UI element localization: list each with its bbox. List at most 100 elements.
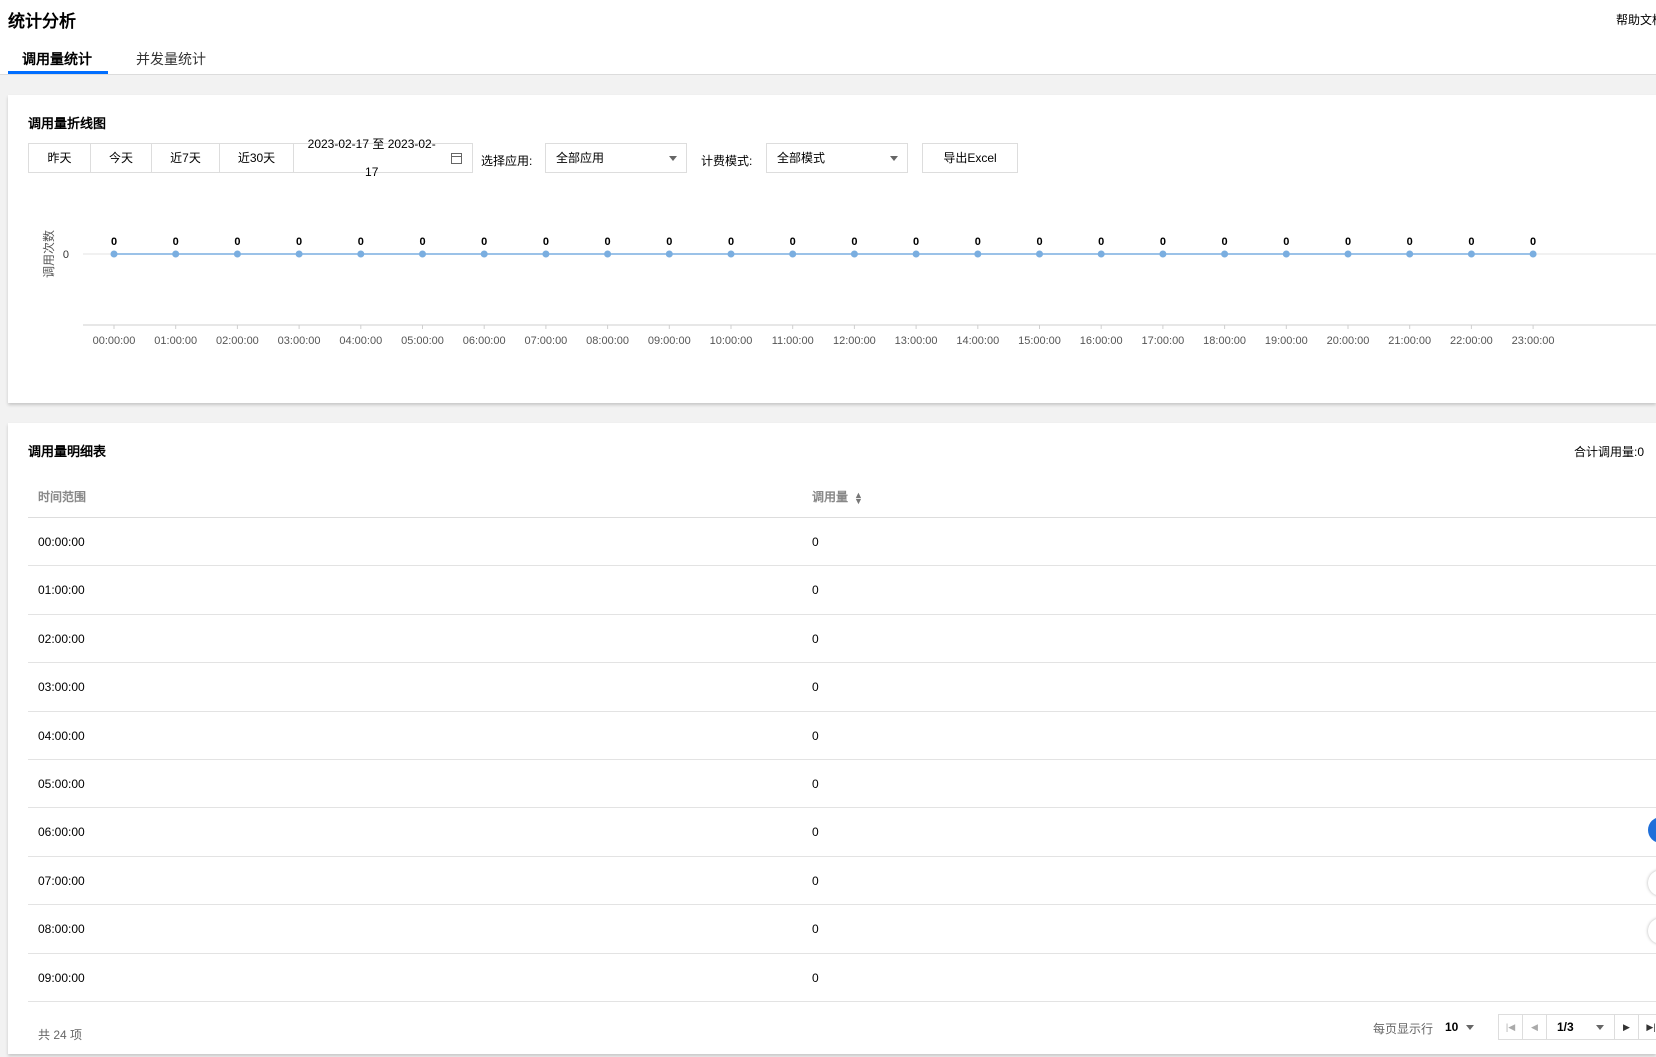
data-label: 0 xyxy=(975,236,981,248)
page-select[interactable]: 1/3 xyxy=(1547,1015,1615,1039)
data-point xyxy=(850,250,858,258)
data-point xyxy=(1159,250,1167,258)
cell-time: 01:00:00 xyxy=(38,583,85,598)
total-items-count: 共 24 项 xyxy=(38,1028,83,1042)
data-label: 0 xyxy=(173,236,179,248)
x-tick-label: 10:00:00 xyxy=(710,335,753,347)
table-row: 06:00:00 0 xyxy=(28,808,1656,857)
data-point xyxy=(110,250,118,258)
data-point xyxy=(1097,250,1105,258)
x-tick-label: 06:00:00 xyxy=(463,335,506,347)
data-label: 0 xyxy=(1222,236,1228,248)
data-point xyxy=(974,250,982,258)
x-tick-label: 14:00:00 xyxy=(956,335,999,347)
cell-count: 0 xyxy=(812,728,819,743)
tab-call-volume[interactable]: 调用量统计 xyxy=(22,49,92,69)
page-size-label: 每页显示行 xyxy=(1373,1022,1434,1036)
total-calls: 合计调用量:0 xyxy=(1574,445,1645,459)
data-point xyxy=(604,250,612,258)
data-point xyxy=(727,250,735,258)
table-row: 01:00:00 0 xyxy=(28,566,1656,615)
data-label: 0 xyxy=(728,236,734,248)
x-tick-label: 15:00:00 xyxy=(1018,335,1061,347)
x-tick-label: 04:00:00 xyxy=(339,335,382,347)
column-header-count[interactable]: 调用量 ▲ ▼ xyxy=(812,488,863,505)
data-label: 0 xyxy=(234,236,240,248)
next-page-button[interactable]: ▶ xyxy=(1615,1015,1639,1039)
data-point xyxy=(419,250,426,258)
data-label: 0 xyxy=(605,236,611,248)
data-point xyxy=(1221,250,1229,258)
x-tick-label: 03:00:00 xyxy=(278,335,321,347)
data-label: 0 xyxy=(1345,236,1351,248)
table-row: 05:00:00 0 xyxy=(28,760,1656,809)
tab-concurrency[interactable]: 并发量统计 xyxy=(136,49,206,69)
x-tick-label: 16:00:00 xyxy=(1080,335,1123,347)
cell-count: 0 xyxy=(812,970,819,985)
table-row: 04:00:00 0 xyxy=(28,712,1656,760)
data-point xyxy=(1344,250,1352,258)
data-label: 0 xyxy=(358,236,364,248)
table-row: 08:00:00 0 xyxy=(28,905,1656,954)
chevron-down-icon xyxy=(1596,1025,1604,1030)
cell-time: 06:00:00 xyxy=(38,825,85,840)
cell-count: 0 xyxy=(812,680,819,695)
x-tick-label: 18:00:00 xyxy=(1203,335,1246,347)
table-row: 02:00:00 0 xyxy=(28,615,1656,664)
cell-count: 0 xyxy=(812,583,819,598)
x-tick-label: 05:00:00 xyxy=(401,335,444,347)
y-tick-label: 0 xyxy=(63,249,69,261)
x-tick-label: 17:00:00 xyxy=(1141,335,1184,347)
data-label: 0 xyxy=(1468,236,1474,248)
x-tick-label: 19:00:00 xyxy=(1265,335,1308,347)
x-tick-label: 00:00:00 xyxy=(93,335,136,347)
prev-page-button[interactable]: ◀ xyxy=(1523,1015,1547,1039)
sort-icon[interactable]: ▲ ▼ xyxy=(854,490,863,505)
page-size-select[interactable]: 10 xyxy=(1445,1016,1476,1038)
top-bar: 统计分析 帮助文档 调用量统计 并发量统计 xyxy=(0,0,1656,75)
x-tick-label: 20:00:00 xyxy=(1327,335,1370,347)
cell-time: 05:00:00 xyxy=(38,776,85,791)
data-point xyxy=(1467,250,1475,258)
data-label: 0 xyxy=(296,236,302,248)
cell-count: 0 xyxy=(812,631,819,646)
column-header-count-label: 调用量 xyxy=(812,490,849,504)
chart-card: 调用量折线图 昨天 今天 近7天 近30天 2023-02-17 至 2023-… xyxy=(8,95,1656,403)
data-label: 0 xyxy=(111,236,117,248)
cell-count: 0 xyxy=(812,535,819,549)
cell-count: 0 xyxy=(812,776,819,791)
cell-time: 08:00:00 xyxy=(38,922,85,937)
data-label: 0 xyxy=(481,236,487,248)
data-point xyxy=(480,250,488,258)
data-label: 0 xyxy=(1283,236,1289,248)
data-label: 0 xyxy=(543,236,549,248)
active-tab-indicator xyxy=(8,71,108,74)
table-header: 时间范围 调用量 ▲ ▼ xyxy=(28,476,1656,518)
data-point xyxy=(1282,250,1290,258)
page-size-value: 10 xyxy=(1445,1020,1459,1034)
call-volume-line-chart: 调用次数 0 0 00:00:00 0 01:00:00 0 02:00:00 0 03:00:0… xyxy=(41,230,1656,347)
data-label: 0 xyxy=(666,236,672,248)
data-point xyxy=(1529,250,1537,258)
table-body: 00:00:00 0 01:00:00 0 02:00:00 0 03:00:00 0 04:0… xyxy=(28,518,1656,1002)
last-page-button[interactable]: ▶| xyxy=(1639,1015,1656,1039)
column-header-time: 时间范围 xyxy=(38,490,87,504)
x-tick-label: 22:00:00 xyxy=(1450,335,1493,347)
x-tick-label: 09:00:00 xyxy=(648,335,691,347)
data-label: 0 xyxy=(790,236,796,248)
table-card-title: 调用量明细表 xyxy=(28,444,107,459)
cell-count: 0 xyxy=(812,873,819,888)
data-point xyxy=(357,250,365,258)
x-tick-label: 21:00:00 xyxy=(1388,335,1431,347)
cell-time: 03:00:00 xyxy=(38,680,85,695)
table-card: 调用量明细表 合计调用量:0 时间范围 调用量 ▲ ▼ 00:00:00 0 01:00… xyxy=(8,423,1656,1054)
chevron-down-icon xyxy=(1466,1025,1475,1030)
data-label: 0 xyxy=(913,236,919,248)
x-tick-label: 08:00:00 xyxy=(586,335,629,347)
table-row: 03:00:00 0 xyxy=(28,663,1656,712)
cell-time: 07:00:00 xyxy=(38,873,85,888)
table-row: 00:00:00 0 xyxy=(28,518,1656,567)
help-docs-link[interactable]: 帮助文档 xyxy=(1616,11,1656,28)
first-page-button[interactable]: |◀ xyxy=(1499,1015,1523,1039)
data-label: 0 xyxy=(1098,236,1104,248)
